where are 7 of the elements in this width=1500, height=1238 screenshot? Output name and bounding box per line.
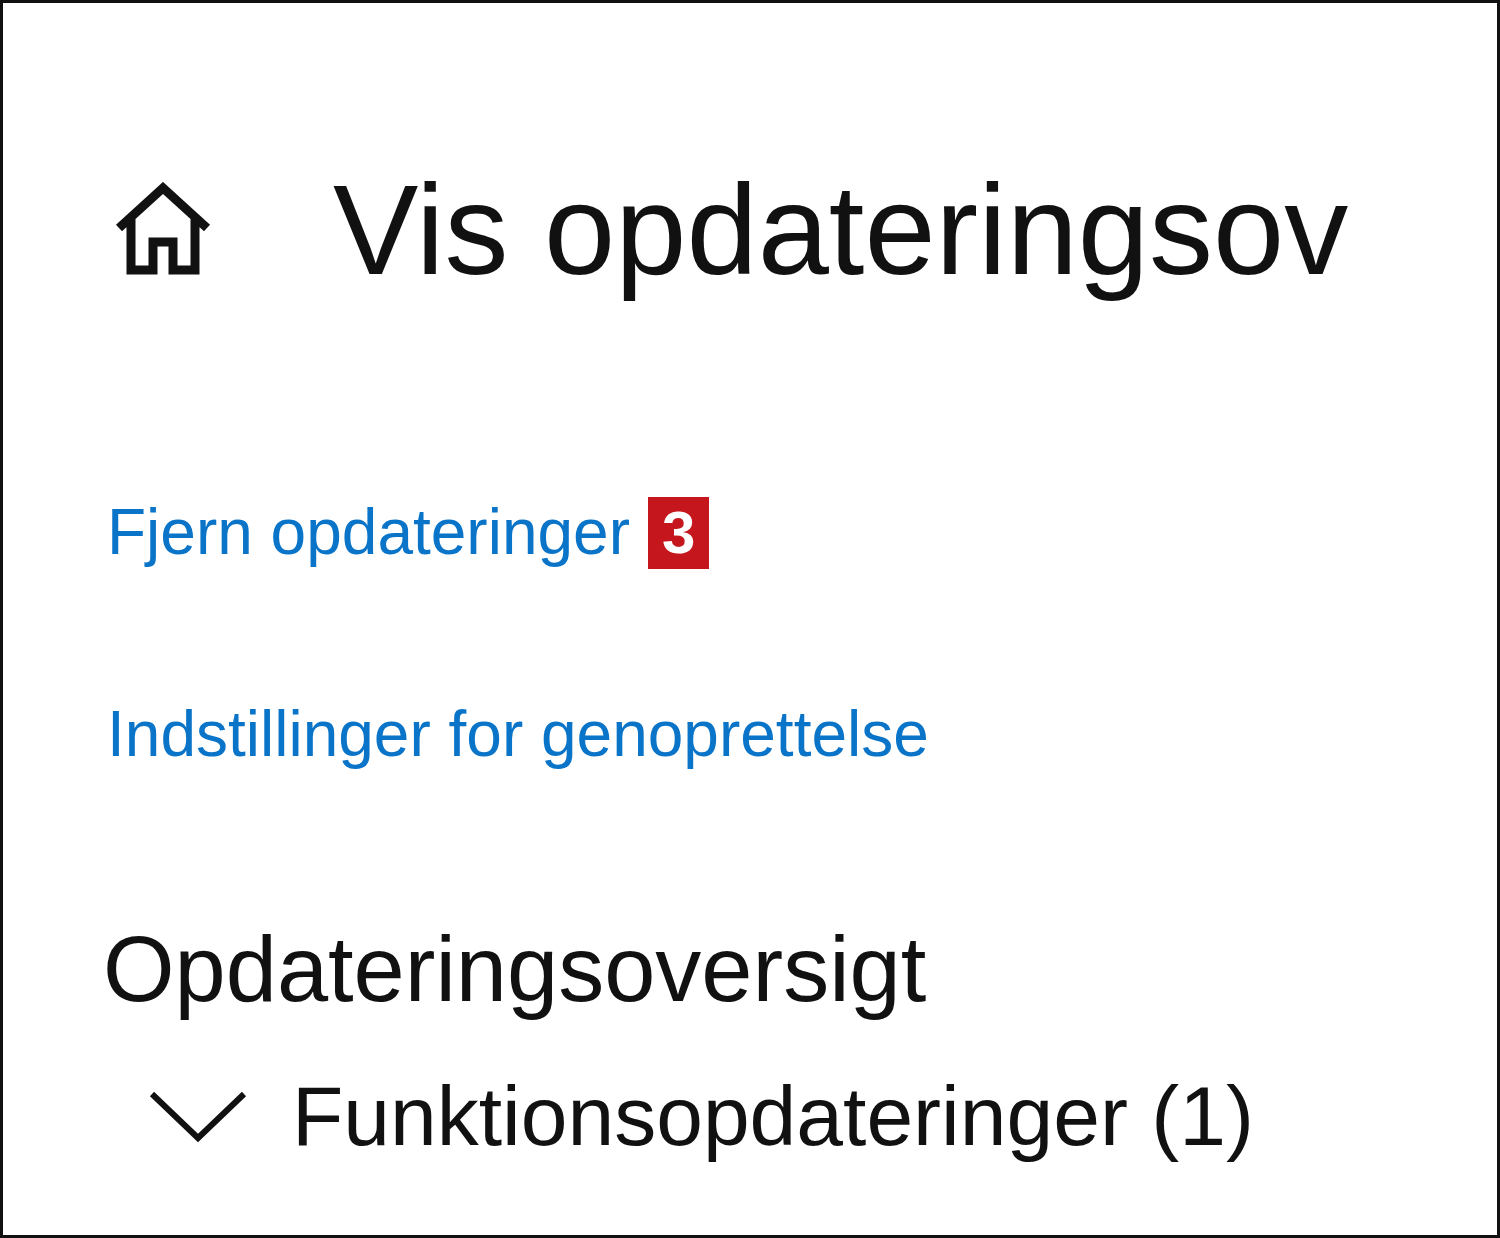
- page-title: Vis opdateringsov: [333, 157, 1349, 303]
- group-label[interactable]: Funktionsopdateringer (1): [292, 1070, 1254, 1163]
- settings-link[interactable]: Indstillinger for genoprettelse: [107, 698, 929, 769]
- settings-link[interactable]: Fjern opdateringer: [107, 497, 630, 568]
- home-icon[interactable]: [113, 181, 213, 278]
- count-badge: 3: [647, 496, 710, 569]
- section-heading: Opdateringsoversigt: [103, 919, 928, 1021]
